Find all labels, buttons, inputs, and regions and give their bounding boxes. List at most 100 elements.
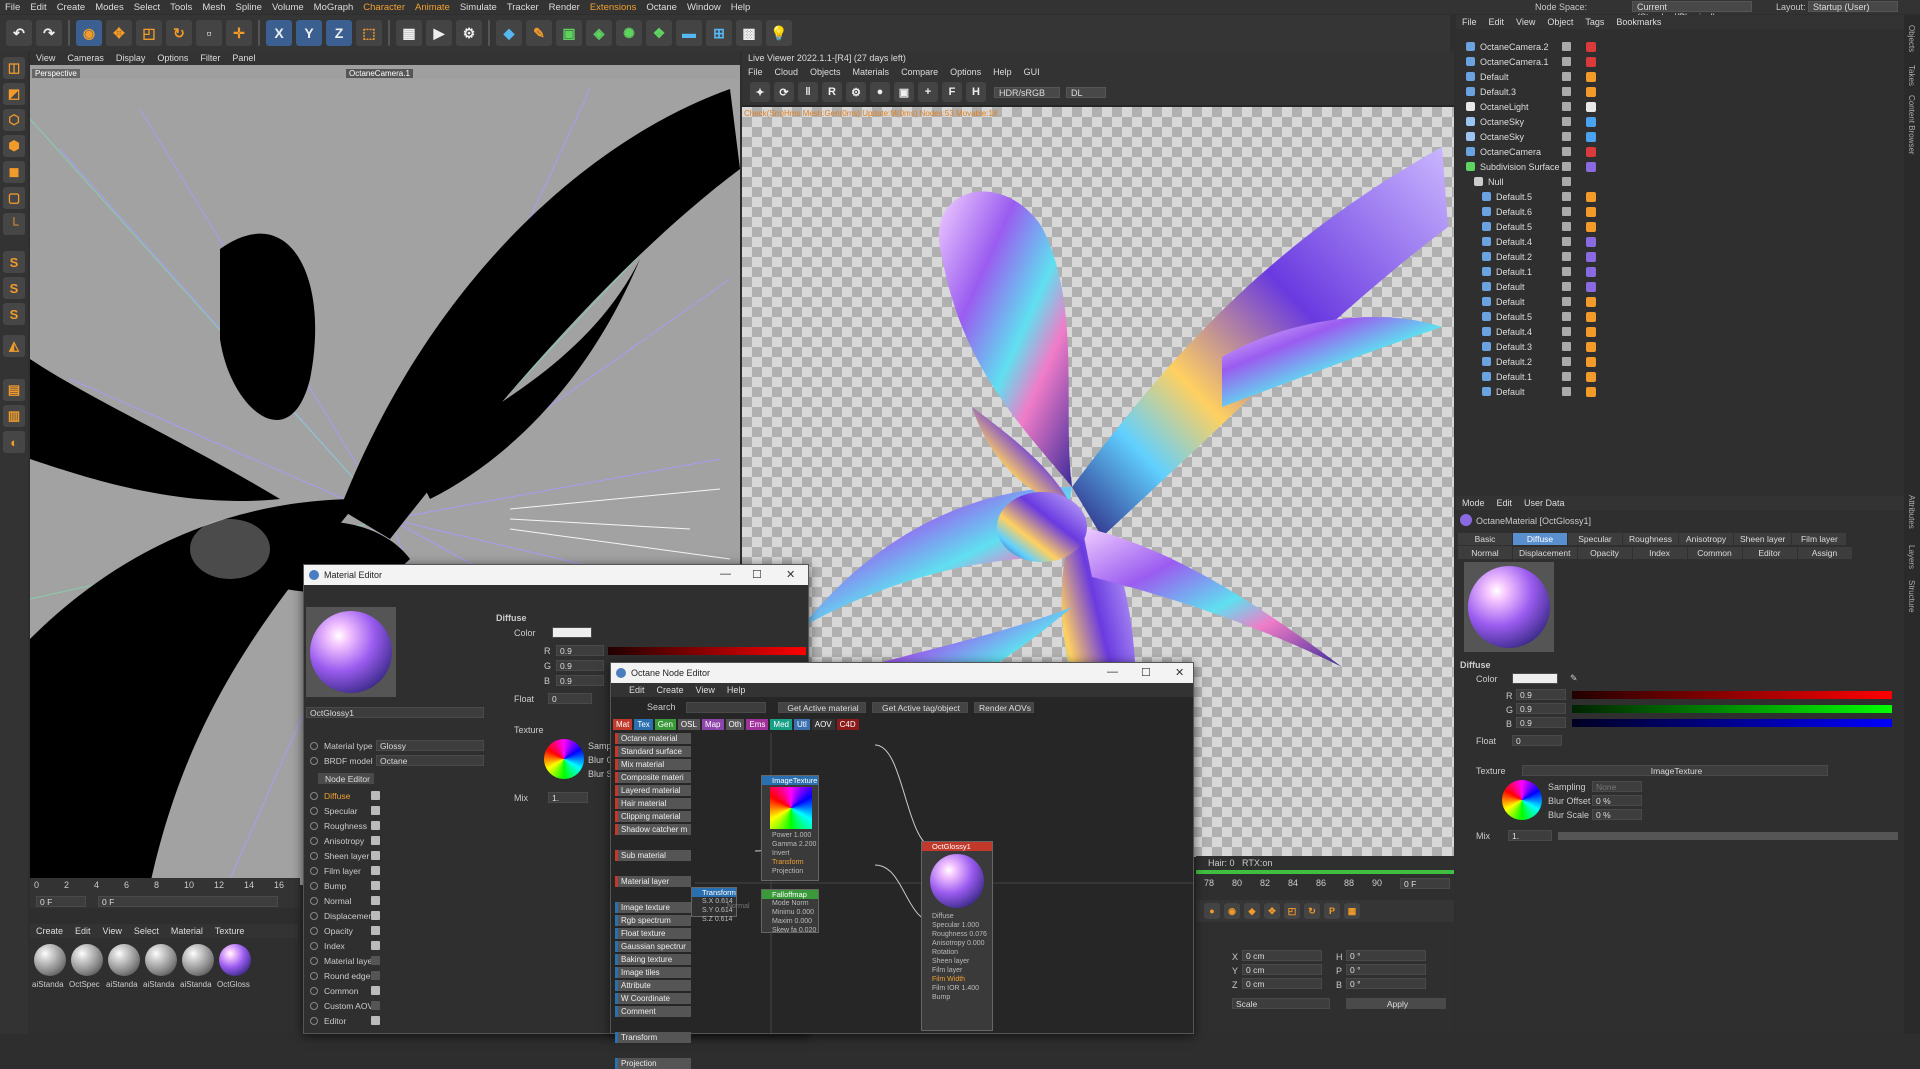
channel-radio[interactable]: [310, 971, 318, 980]
node-port[interactable]: Film layer: [922, 966, 994, 975]
blur-offset-field[interactable]: 0 %: [1592, 795, 1642, 806]
node-port[interactable]: Invert: [762, 849, 818, 858]
axis-x-icon[interactable]: X: [266, 20, 292, 46]
frame-field[interactable]: 0 F: [1400, 878, 1450, 889]
material-tag-icon[interactable]: [1586, 161, 1596, 172]
maximize-button[interactable]: ☐: [752, 568, 762, 581]
hdr-icon[interactable]: H: [966, 82, 986, 102]
object-row[interactable]: Default.1: [1456, 369, 1904, 384]
pen-icon[interactable]: ✎: [526, 20, 552, 46]
category-gen[interactable]: Gen: [654, 719, 676, 730]
object-row[interactable]: Default: [1456, 279, 1904, 294]
axis-mode-icon[interactable]: └: [3, 213, 25, 235]
attribute-menu-mode[interactable]: Mode: [1456, 498, 1491, 508]
menu-tools[interactable]: Tools: [165, 2, 197, 13]
end-frame-field[interactable]: 0 F: [98, 896, 278, 907]
render-settings-icon[interactable]: ⚙: [456, 20, 482, 46]
node-list-item[interactable]: Gaussian spectrur: [615, 941, 691, 952]
object-row[interactable]: Default: [1456, 294, 1904, 309]
texture-mode-icon[interactable]: ◩: [3, 83, 25, 105]
channel-radio[interactable]: [310, 791, 318, 800]
live-viewer-menu-objects[interactable]: Objects: [804, 67, 847, 77]
node-port[interactable]: Mode Norm: [762, 899, 818, 908]
sphere-icon[interactable]: ●: [870, 82, 890, 102]
visibility-checkbox[interactable]: [1562, 387, 1571, 396]
workplane-icon[interactable]: ◭: [3, 335, 25, 357]
eyedropper-icon[interactable]: ✎: [1570, 673, 1578, 684]
object-row[interactable]: OctaneLight: [1456, 99, 1904, 114]
node-port[interactable]: Film IOR 1.400: [922, 984, 994, 993]
material-tag-icon[interactable]: [1586, 356, 1596, 367]
object-row[interactable]: Default.3: [1456, 84, 1904, 99]
node-falloffmap[interactable]: Falloffmap Mode Norm Minimu 0.000 Maxim 0.…: [761, 889, 819, 934]
visibility-checkbox[interactable]: [1562, 72, 1571, 81]
keyframe-icon[interactable]: ◆: [1244, 903, 1260, 919]
node-port[interactable]: Diffuse: [922, 912, 994, 921]
uv-mode-icon[interactable]: ▢: [3, 187, 25, 209]
polygons-mode-icon[interactable]: ◼: [3, 161, 25, 183]
live-viewer-menu-file[interactable]: File: [742, 67, 769, 77]
render-aovs-button[interactable]: Render AOVs: [973, 701, 1034, 713]
me-r-slider[interactable]: [608, 647, 806, 655]
mix-slider[interactable]: [1558, 832, 1898, 840]
tab-attributes[interactable]: Attributes: [1907, 495, 1916, 529]
live-viewer-menu-materials[interactable]: Materials: [847, 67, 896, 77]
me-r-field[interactable]: 0.9: [556, 645, 604, 656]
channel-checkbox[interactable]: [371, 836, 380, 845]
channel-radio[interactable]: [310, 821, 318, 830]
node-list-item[interactable]: Octane material: [615, 733, 691, 744]
visibility-checkbox[interactable]: [1562, 297, 1571, 306]
visibility-checkbox[interactable]: [1562, 357, 1571, 366]
material-menu-material[interactable]: Material: [165, 926, 209, 936]
points-mode-icon[interactable]: ⬡: [3, 109, 25, 131]
node-port[interactable]: S.Z 0.614: [692, 915, 736, 924]
object-row[interactable]: OctaneCamera.1: [1456, 54, 1904, 69]
node-port[interactable]: Bump: [922, 993, 994, 1002]
channel-checkbox[interactable]: [371, 1001, 380, 1010]
r-slider[interactable]: [1572, 691, 1892, 699]
object-row[interactable]: Default: [1456, 384, 1904, 399]
material-tag-icon[interactable]: [1586, 116, 1596, 127]
visibility-checkbox[interactable]: [1562, 57, 1571, 66]
tab-basic[interactable]: Basic: [1458, 533, 1512, 545]
material-tag-icon[interactable]: [1586, 131, 1596, 142]
channel-round-edges[interactable]: Round edges: [304, 969, 484, 982]
visibility-checkbox[interactable]: [1562, 42, 1571, 51]
viewport-menu-view[interactable]: View: [30, 53, 61, 63]
transform-icon[interactable]: ✛: [226, 20, 252, 46]
node-port[interactable]: Rotation: [922, 948, 994, 957]
g-field[interactable]: 0.9: [1516, 703, 1566, 714]
material-tag-icon[interactable]: [1586, 86, 1596, 97]
region-icon[interactable]: R: [822, 82, 842, 102]
restart-icon[interactable]: ⟳: [774, 82, 794, 102]
live-viewer-menu-cloud[interactable]: Cloud: [769, 67, 805, 77]
tab-editor[interactable]: Editor: [1742, 547, 1797, 559]
channel-bump[interactable]: Bump: [304, 879, 484, 892]
field-icon[interactable]: ❖: [646, 20, 672, 46]
channel-material-layer[interactable]: Material layer: [304, 954, 484, 967]
node-port[interactable]: Specular 1.000: [922, 921, 994, 930]
channel-checkbox[interactable]: [371, 851, 380, 860]
node-port[interactable]: Transform: [762, 858, 818, 867]
material-tag-icon[interactable]: [1586, 101, 1596, 112]
tab-opacity[interactable]: Opacity: [1577, 547, 1632, 559]
material-tag-icon[interactable]: [1586, 281, 1596, 292]
node-search-input[interactable]: [685, 701, 766, 713]
material-tag-icon[interactable]: [1586, 386, 1596, 397]
render-view-icon[interactable]: ▶: [426, 20, 452, 46]
menu-modes[interactable]: Modes: [90, 2, 129, 13]
channel-radio[interactable]: [310, 941, 318, 950]
material-menu-create[interactable]: Create: [30, 926, 69, 936]
material-tag-icon[interactable]: [1586, 236, 1596, 247]
material-tag-icon[interactable]: [1586, 326, 1596, 337]
snap-settings-icon[interactable]: S: [3, 277, 25, 299]
channel-opacity[interactable]: Opacity: [304, 924, 484, 937]
redo-icon[interactable]: ↷: [36, 20, 62, 46]
node-list-item[interactable]: Projection: [615, 1058, 691, 1069]
node-port[interactable]: Roughness 0.076: [922, 930, 994, 939]
live-viewer-menu-compare[interactable]: Compare: [895, 67, 944, 77]
autokey-icon[interactable]: ◉: [1224, 903, 1240, 919]
viewport-menu-filter[interactable]: Filter: [194, 53, 226, 63]
material-tag-icon[interactable]: [1586, 221, 1596, 232]
channel-radio[interactable]: [310, 881, 318, 890]
